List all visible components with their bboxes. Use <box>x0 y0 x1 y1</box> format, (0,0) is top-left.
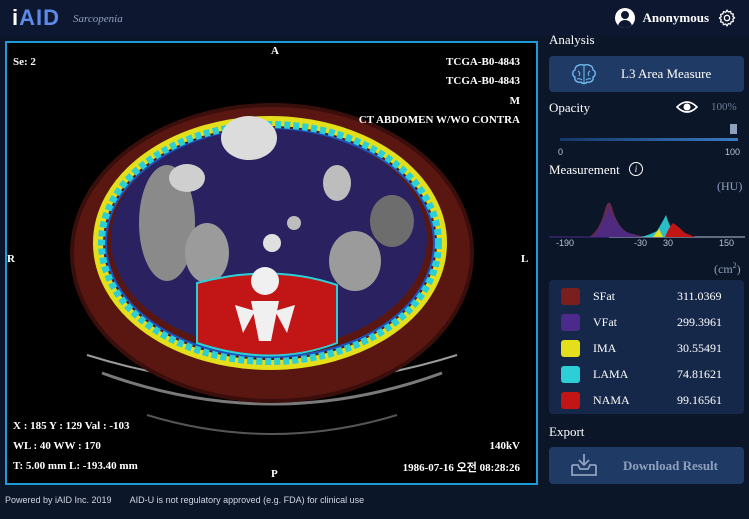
hist-tick-1: -190 <box>556 238 575 248</box>
eye-icon[interactable] <box>676 99 698 115</box>
user-area: Anonymous <box>614 7 737 29</box>
nama-swatch <box>561 392 580 409</box>
footer: Powered by iAID Inc. 2019 AID-U is not re… <box>5 495 364 505</box>
legend-value: 74.81621 <box>677 367 722 381</box>
opacity-value: 100% <box>711 101 737 113</box>
lama-swatch <box>561 366 580 383</box>
app-subtitle: Sarcopenia <box>73 13 123 25</box>
legend-name: IMA <box>593 341 617 355</box>
username[interactable]: Anonymous <box>643 10 709 26</box>
l3-area-measure-button[interactable]: L3 Area Measure <box>549 56 744 92</box>
legend-value: 99.16561 <box>677 393 722 407</box>
slice-info: T: 5.00 mm L: -193.40 mm <box>13 460 138 472</box>
user-circle-icon[interactable] <box>614 8 635 28</box>
ima-swatch <box>561 340 580 357</box>
legend-name: VFat <box>593 315 617 329</box>
orientation-right: L <box>521 253 529 265</box>
footer-powered: Powered by iAID Inc. 2019 <box>5 495 112 505</box>
measurement-label: Measurement <box>549 162 620 177</box>
legend-row-nama: NAMA 99.16561 <box>549 389 744 415</box>
legend-value: 30.55491 <box>677 341 722 355</box>
slider-max-label: 100 <box>725 147 741 157</box>
patient-sex: M <box>509 95 520 107</box>
cursor-info: X : 185 Y : 129 Val : -103 <box>13 420 130 432</box>
patient-id-2: TCGA-B0-4843 <box>446 75 520 87</box>
legend-row-lama: LAMA 74.81621 <box>549 363 744 389</box>
kv-label: 140kV <box>489 440 520 452</box>
hist-tick-3: 30 <box>663 238 674 248</box>
legend-row-vfat: VFat 299.3961 <box>549 311 744 337</box>
info-icon[interactable]: i <box>629 162 643 176</box>
ct-image-viewer[interactable]: Se: 2 A P R L TCGA-B0-4843 TCGA-B0-4843 … <box>5 41 538 485</box>
legend-name: NAMA <box>593 393 630 407</box>
legend-name: SFat <box>593 289 616 303</box>
opacity-slider-track[interactable] <box>560 138 738 141</box>
export-label: Export <box>549 424 585 439</box>
legend-value: 299.3961 <box>677 315 722 329</box>
area-unit-label: (cm2) <box>714 261 741 276</box>
series-label: Se: 2 <box>13 56 36 68</box>
orientation-top: A <box>271 45 279 57</box>
study-description: CT ABDOMEN W/WO CONTRA <box>358 114 520 126</box>
legend-row-sfat: SFat 311.0369 <box>549 285 744 311</box>
study-datetime: 1986-07-16 오전 08:28:26 <box>402 462 520 474</box>
opacity-label: Opacity <box>549 100 591 115</box>
app-logo: iAID <box>12 5 61 30</box>
window-info: WL : 40 WW : 170 <box>13 440 101 452</box>
top-bar: iAID Sarcopenia Anonymous <box>0 0 749 36</box>
download-result-label: Download Result <box>623 458 718 473</box>
vfat-swatch <box>561 314 580 331</box>
l3-area-measure-label: L3 Area Measure <box>621 66 712 81</box>
brain-icon <box>572 64 596 85</box>
patient-id-1: TCGA-B0-4843 <box>446 56 520 68</box>
orientation-left: R <box>7 253 15 265</box>
hist-tick-4: 150 <box>719 238 735 248</box>
hu-histogram <box>549 202 745 238</box>
ct-scan-image <box>70 103 474 435</box>
hist-tick-2: -30 <box>634 238 648 248</box>
measurement-legend: SFat 311.0369 VFat 299.3961 IMA 30.55491… <box>549 280 744 414</box>
right-panel: Analysis L3 Area Measure Opacity 100% 0 … <box>549 32 745 486</box>
analysis-title: Analysis <box>549 32 595 47</box>
slider-min-label: 0 <box>558 147 564 157</box>
legend-row-ima: IMA 30.55491 <box>549 337 744 363</box>
orientation-bottom: P <box>271 468 278 480</box>
sfat-swatch <box>561 288 580 305</box>
opacity-slider-thumb[interactable] <box>730 124 737 134</box>
legend-value: 311.0369 <box>677 289 722 303</box>
gear-icon[interactable] <box>717 8 737 28</box>
legend-name: LAMA <box>593 367 629 381</box>
download-icon <box>571 454 597 476</box>
download-result-button[interactable]: Download Result <box>549 447 744 484</box>
footer-disclaimer: AID-U is not regulatory approved (e.g. F… <box>129 495 365 505</box>
